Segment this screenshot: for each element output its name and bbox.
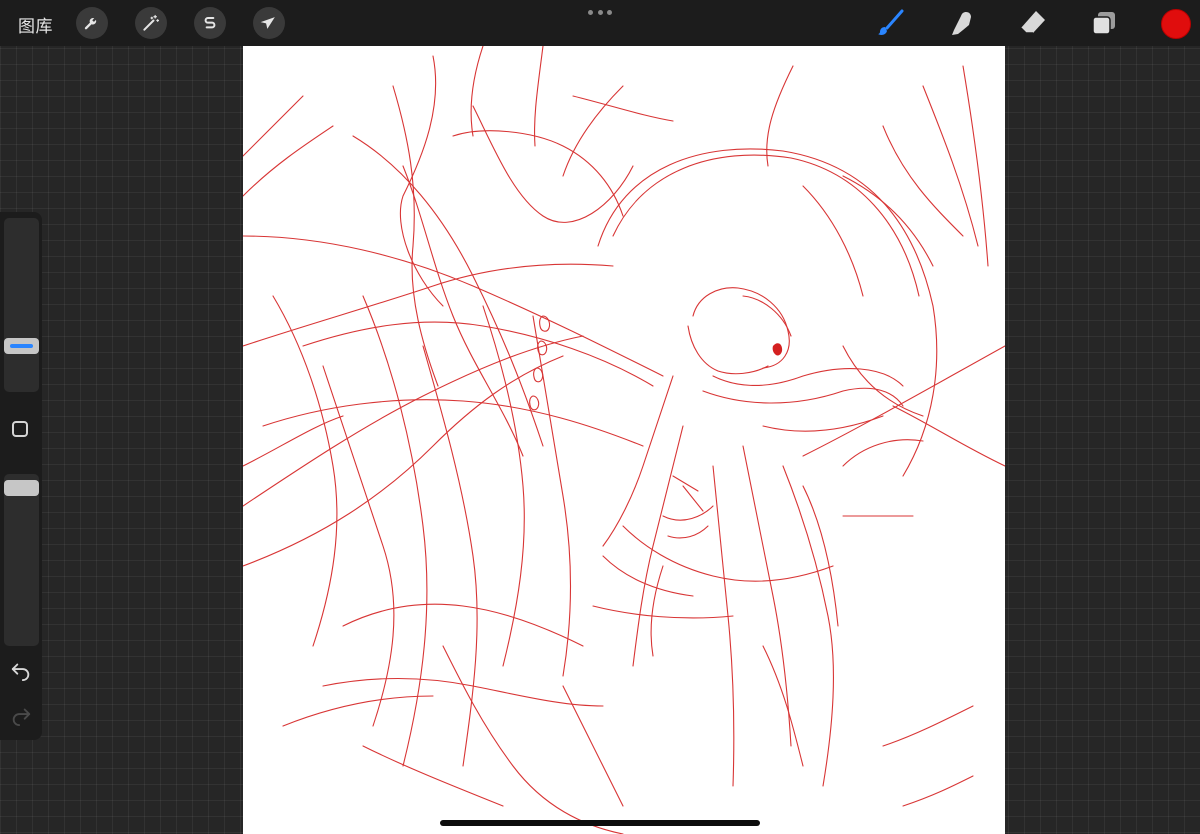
redo-button[interactable]: [10, 704, 32, 726]
actions-button[interactable]: [76, 7, 108, 39]
left-sidebar: [0, 212, 42, 740]
sketch-strokes: [243, 46, 1005, 834]
layers-icon: [1092, 12, 1115, 35]
undo-arrow-icon: [11, 663, 30, 681]
brush-size-indicator: [10, 343, 33, 348]
brush-tool-button[interactable]: [873, 6, 907, 40]
selection-button[interactable]: [194, 7, 226, 39]
wrench-icon: [84, 18, 97, 30]
more-dots-icon[interactable]: [588, 4, 612, 20]
layers-button[interactable]: [1087, 6, 1121, 40]
brush-size-slider[interactable]: [4, 218, 39, 392]
magic-wand-icon: [143, 14, 160, 31]
opacity-thumb[interactable]: [4, 480, 39, 496]
eraser-tool-button[interactable]: [1016, 6, 1050, 40]
opacity-slider[interactable]: [4, 474, 39, 646]
home-indicator[interactable]: [440, 820, 760, 826]
selection-s-icon: [204, 17, 216, 29]
smudge-tool-button[interactable]: [944, 6, 978, 40]
gallery-button[interactable]: 图库: [18, 12, 53, 37]
arrow-cursor-icon: [260, 17, 275, 29]
smudge-finger-icon: [952, 12, 971, 35]
undo-button[interactable]: [10, 659, 32, 681]
modify-button[interactable]: [12, 421, 28, 437]
redo-arrow-icon: [12, 708, 31, 726]
brush-size-thumb[interactable]: [4, 337, 39, 354]
eraser-icon: [1020, 11, 1045, 34]
transform-button[interactable]: [253, 7, 285, 39]
adjustments-button[interactable]: [135, 7, 167, 39]
color-picker-button[interactable]: [1161, 9, 1191, 39]
top-toolbar: 图库: [0, 0, 1200, 46]
drawing-canvas[interactable]: [243, 46, 1005, 834]
brush-icon: [878, 9, 904, 35]
